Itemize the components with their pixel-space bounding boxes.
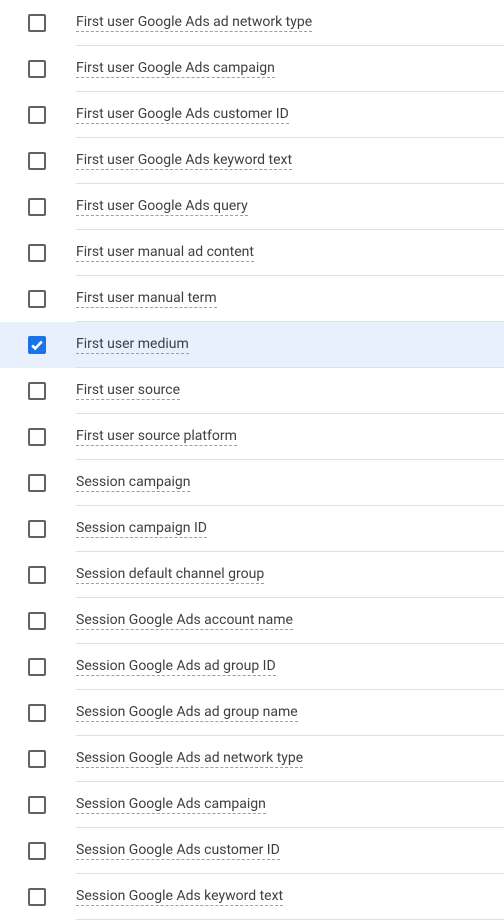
- dimension-label: First user manual ad content: [76, 244, 254, 262]
- dimension-checkbox[interactable]: [28, 566, 46, 584]
- dimension-row[interactable]: Session default channel group: [0, 552, 504, 598]
- dimension-label: Session Google Ads campaign: [76, 796, 266, 814]
- dimension-checkbox[interactable]: [28, 382, 46, 400]
- dimension-label-wrap: First user Google Ads customer ID: [76, 92, 504, 138]
- dimension-label: Session Google Ads keyword text: [76, 888, 283, 906]
- dimension-row[interactable]: Session Google Ads ad group ID: [0, 644, 504, 690]
- dimension-label-wrap: First user source: [76, 368, 504, 414]
- dimension-label: Session Google Ads ad group ID: [76, 658, 276, 676]
- dimension-checkbox[interactable]: [28, 244, 46, 262]
- dimension-label-wrap: Session campaign ID: [76, 506, 504, 552]
- dimension-label-wrap: First user Google Ads ad network type: [76, 0, 504, 46]
- dimension-label-wrap: First user manual term: [76, 276, 504, 322]
- dimension-label: Session Google Ads ad group name: [76, 704, 298, 722]
- dimension-row[interactable]: First user source platform: [0, 414, 504, 460]
- dimension-row[interactable]: First user Google Ads customer ID: [0, 92, 504, 138]
- dimension-row[interactable]: First user Google Ads campaign: [0, 46, 504, 92]
- dimension-label-wrap: First user Google Ads campaign: [76, 46, 504, 92]
- dimension-label-wrap: First user Google Ads keyword text: [76, 138, 504, 184]
- dimension-label-wrap: First user manual ad content: [76, 230, 504, 276]
- dimension-label: First user Google Ads customer ID: [76, 106, 289, 124]
- dimension-label: First user manual term: [76, 290, 217, 308]
- dimension-checkbox[interactable]: [28, 796, 46, 814]
- dimension-checkbox[interactable]: [28, 152, 46, 170]
- dimension-checkbox[interactable]: [28, 14, 46, 32]
- dimension-label-wrap: First user medium: [76, 322, 504, 368]
- dimension-checkbox[interactable]: [28, 704, 46, 722]
- dimension-row[interactable]: First user Google Ads query: [0, 184, 504, 230]
- dimension-list: First user Google Ads ad network type Fir…: [0, 0, 504, 920]
- dimension-checkbox[interactable]: [28, 106, 46, 124]
- dimension-label-wrap: Session Google Ads customer ID: [76, 828, 504, 874]
- dimension-checkbox[interactable]: [28, 888, 46, 906]
- dimension-label-wrap: Session Google Ads keyword text: [76, 874, 504, 920]
- dimension-label: Session Google Ads ad network type: [76, 750, 303, 768]
- dimension-label-wrap: Session campaign: [76, 460, 504, 506]
- dimension-label: First user Google Ads ad network type: [76, 14, 312, 32]
- dimension-checkbox[interactable]: [28, 474, 46, 492]
- dimension-label: Session default channel group: [76, 566, 264, 584]
- dimension-label-wrap: Session Google Ads account name: [76, 598, 504, 644]
- dimension-checkbox[interactable]: [28, 290, 46, 308]
- dimension-row[interactable]: First user source: [0, 368, 504, 414]
- dimension-label-wrap: Session Google Ads ad group ID: [76, 644, 504, 690]
- dimension-checkbox[interactable]: [28, 658, 46, 676]
- dimension-row[interactable]: First user Google Ads keyword text: [0, 138, 504, 184]
- dimension-label: First user Google Ads campaign: [76, 60, 275, 78]
- dimension-checkbox[interactable]: [28, 750, 46, 768]
- dimension-label: First user Google Ads keyword text: [76, 152, 292, 170]
- dimension-label: First user source platform: [76, 428, 237, 446]
- dimension-row[interactable]: Session Google Ads ad group name: [0, 690, 504, 736]
- dimension-checkbox[interactable]: [28, 842, 46, 860]
- dimension-label-wrap: Session Google Ads ad network type: [76, 736, 504, 782]
- dimension-checkbox[interactable]: [28, 198, 46, 216]
- dimension-label-wrap: Session Google Ads ad group name: [76, 690, 504, 736]
- dimension-label: First user medium: [76, 336, 189, 354]
- dimension-checkbox[interactable]: [28, 428, 46, 446]
- dimension-row[interactable]: Session Google Ads campaign: [0, 782, 504, 828]
- dimension-label: First user Google Ads query: [76, 198, 248, 216]
- dimension-label-wrap: Session default channel group: [76, 552, 504, 598]
- dimension-row[interactable]: First user manual term: [0, 276, 504, 322]
- dimension-row[interactable]: First user medium: [0, 322, 504, 368]
- dimension-row[interactable]: Session Google Ads keyword text: [0, 874, 504, 920]
- dimension-label: Session Google Ads customer ID: [76, 842, 280, 860]
- dimension-label-wrap: First user Google Ads query: [76, 184, 504, 230]
- dimension-row[interactable]: Session campaign: [0, 460, 504, 506]
- dimension-checkbox[interactable]: [28, 520, 46, 538]
- dimension-row[interactable]: First user Google Ads ad network type: [0, 0, 504, 46]
- dimension-label-wrap: First user source platform: [76, 414, 504, 460]
- dimension-row[interactable]: Session campaign ID: [0, 506, 504, 552]
- dimension-row[interactable]: Session Google Ads customer ID: [0, 828, 504, 874]
- dimension-checkbox[interactable]: [28, 60, 46, 78]
- dimension-checkbox[interactable]: [28, 336, 46, 354]
- dimension-label-wrap: Session Google Ads campaign: [76, 782, 504, 828]
- dimension-row[interactable]: Session Google Ads account name: [0, 598, 504, 644]
- dimension-label: First user source: [76, 382, 180, 400]
- dimension-checkbox[interactable]: [28, 612, 46, 630]
- dimension-label: Session campaign: [76, 474, 190, 492]
- dimension-row[interactable]: First user manual ad content: [0, 230, 504, 276]
- dimension-row[interactable]: Session Google Ads ad network type: [0, 736, 504, 782]
- dimension-label: Session Google Ads account name: [76, 612, 293, 630]
- dimension-label: Session campaign ID: [76, 520, 207, 538]
